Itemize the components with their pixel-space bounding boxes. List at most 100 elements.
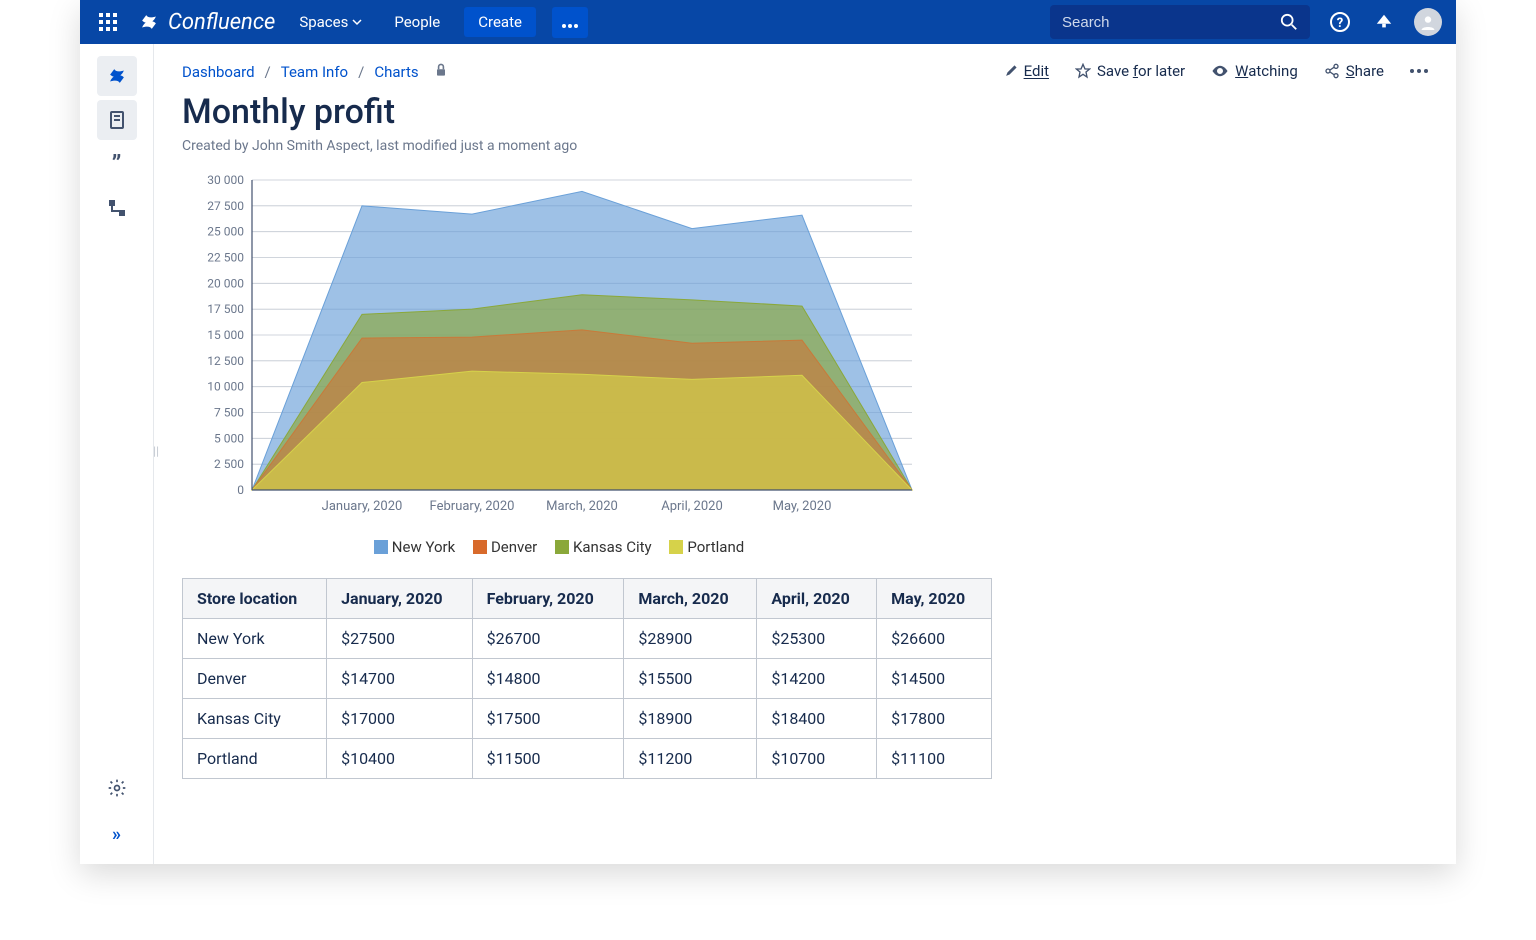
table-row: Denver$14700$14800$15500$14200$14500 — [183, 659, 992, 699]
topbar: Confluence Spaces People Create ? — [80, 0, 1456, 44]
rail-drag-handle[interactable]: || — [153, 444, 159, 458]
table-cell: $26700 — [472, 619, 624, 659]
rail-confluence-icon[interactable] — [97, 56, 137, 96]
legend-label-dv: Denver — [491, 538, 537, 556]
save-later-action[interactable]: Save for later — [1075, 62, 1185, 80]
user-avatar[interactable] — [1414, 8, 1442, 36]
table-cell: $18400 — [757, 699, 877, 739]
star-icon — [1075, 63, 1091, 79]
table-cell: $11200 — [624, 739, 757, 779]
legend-swatch-kc — [555, 540, 569, 554]
profit-table: Store location January, 2020 February, 2… — [182, 578, 992, 779]
create-more-button[interactable] — [552, 7, 588, 38]
table-cell: $15500 — [624, 659, 757, 699]
save-later-label: Save for later — [1097, 62, 1185, 80]
th-may: May, 2020 — [877, 579, 992, 619]
svg-text:17 500: 17 500 — [207, 302, 244, 316]
breadcrumb-dashboard[interactable]: Dashboard — [182, 63, 255, 81]
th-apr: April, 2020 — [757, 579, 877, 619]
share-action[interactable]: Share — [1324, 62, 1384, 80]
svg-text:May, 2020: May, 2020 — [773, 499, 832, 514]
page-content: Edit Save for later Watching Share — [154, 44, 1456, 864]
svg-text:27 500: 27 500 — [207, 199, 244, 213]
legend-swatch-dv — [473, 540, 487, 554]
svg-text:0: 0 — [237, 483, 244, 497]
legend-swatch-pt — [669, 540, 683, 554]
more-actions[interactable] — [1410, 69, 1428, 73]
rail-tree-icon[interactable] — [97, 188, 137, 228]
breadcrumb-sep: / — [265, 63, 271, 81]
lock-icon[interactable] — [433, 62, 449, 82]
nav-spaces-label: Spaces — [299, 13, 348, 31]
svg-text:15 000: 15 000 — [207, 328, 244, 342]
svg-text:February, 2020: February, 2020 — [430, 499, 515, 514]
watching-label: Watching — [1235, 62, 1298, 80]
th-jan: January, 2020 — [327, 579, 473, 619]
table-cell: $26600 — [877, 619, 992, 659]
legend-swatch-ny — [374, 540, 388, 554]
th-feb: February, 2020 — [472, 579, 624, 619]
watching-action[interactable]: Watching — [1211, 62, 1298, 80]
chart-legend: New York Denver Kansas City Portland — [182, 538, 922, 556]
svg-text:?: ? — [1337, 16, 1343, 31]
table-cell: Kansas City — [183, 699, 327, 739]
nav-people[interactable]: People — [386, 13, 448, 31]
table-header-row: Store location January, 2020 February, 2… — [183, 579, 992, 619]
svg-text:7 500: 7 500 — [214, 406, 244, 420]
rail-quote-icon[interactable]: ” — [97, 144, 137, 184]
table-cell: Portland — [183, 739, 327, 779]
th-location: Store location — [183, 579, 327, 619]
table-body: New York$27500$26700$28900$25300$26600De… — [183, 619, 992, 779]
page-title: Monthly profit — [182, 92, 1428, 132]
rail-expand-icon[interactable]: » — [97, 814, 137, 854]
legend-label-kc: Kansas City — [573, 538, 652, 556]
table-cell: $14200 — [757, 659, 877, 699]
search-box[interactable] — [1050, 5, 1310, 39]
table-row: Portland$10400$11500$11200$10700$11100 — [183, 739, 992, 779]
table-row: Kansas City$17000$17500$18900$18400$1780… — [183, 699, 992, 739]
table-cell: $18900 — [624, 699, 757, 739]
rail-settings-icon[interactable] — [97, 768, 137, 808]
table-cell: Denver — [183, 659, 327, 699]
breadcrumb-charts[interactable]: Charts — [374, 63, 418, 81]
svg-text:January, 2020: January, 2020 — [322, 499, 403, 514]
svg-text:20 000: 20 000 — [207, 276, 244, 290]
share-icon — [1324, 63, 1340, 79]
pencil-icon — [1004, 64, 1018, 78]
edit-action[interactable]: Edit — [1004, 62, 1049, 80]
th-mar: March, 2020 — [624, 579, 757, 619]
table-cell: $17500 — [472, 699, 624, 739]
breadcrumb-sep: / — [358, 63, 364, 81]
table-row: New York$27500$26700$28900$25300$26600 — [183, 619, 992, 659]
eye-icon — [1211, 62, 1229, 80]
create-button[interactable]: Create — [464, 7, 536, 37]
rail-pages-icon[interactable] — [97, 100, 137, 140]
breadcrumb-team-info[interactable]: Team Info — [281, 63, 348, 81]
svg-text:10 000: 10 000 — [207, 380, 244, 394]
ellipsis-icon — [1410, 69, 1428, 73]
svg-text:12 500: 12 500 — [207, 354, 244, 368]
product-logo[interactable]: Confluence — [138, 10, 275, 35]
profit-chart: 02 5005 0007 50010 00012 50015 00017 500… — [182, 170, 922, 556]
table-cell: $14700 — [327, 659, 473, 699]
table-cell: $14500 — [877, 659, 992, 699]
notifications-icon[interactable] — [1370, 8, 1398, 36]
search-input[interactable] — [1062, 14, 1280, 31]
ellipsis-icon — [562, 24, 578, 28]
apps-grid-icon[interactable] — [94, 8, 122, 36]
svg-text:2 500: 2 500 — [214, 457, 244, 471]
legend-label-ny: New York — [392, 538, 455, 556]
nav-spaces[interactable]: Spaces — [291, 13, 370, 31]
table-cell: New York — [183, 619, 327, 659]
share-label: Share — [1346, 62, 1384, 80]
table-cell: $17000 — [327, 699, 473, 739]
help-icon[interactable]: ? — [1326, 8, 1354, 36]
svg-text:30 000: 30 000 — [207, 173, 244, 187]
table-cell: $17800 — [877, 699, 992, 739]
edit-label: Edit — [1024, 62, 1049, 80]
legend-label-pt: Portland — [687, 538, 744, 556]
page-byline: Created by John Smith Aspect, last modif… — [182, 138, 1428, 154]
left-rail: ” || » — [80, 44, 154, 864]
svg-text:March, 2020: March, 2020 — [546, 499, 618, 514]
table-cell: $25300 — [757, 619, 877, 659]
